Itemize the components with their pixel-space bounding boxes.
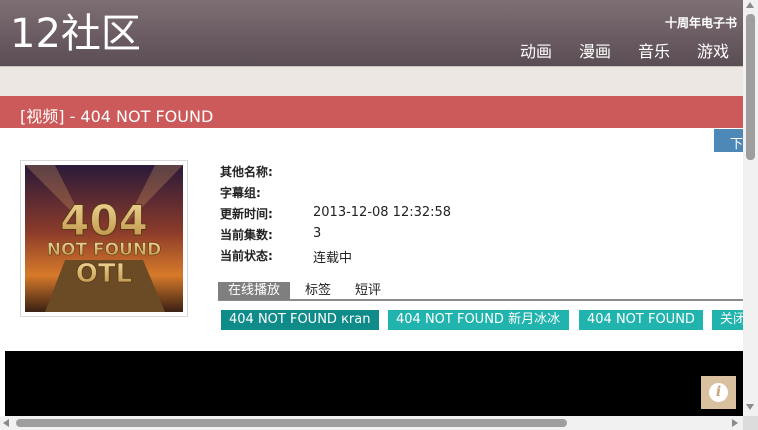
tab-short-reviews[interactable]: 短评 (355, 282, 381, 300)
page-title: [视频] - 404 NOT FOUND (20, 107, 214, 126)
scroll-right-arrow-icon[interactable] (732, 419, 738, 427)
close-sources-button[interactable]: 关闭 (712, 310, 743, 330)
horizontal-scroll-thumb[interactable] (16, 419, 567, 427)
info-icon: i (709, 383, 728, 402)
sub-nav-bar (0, 66, 743, 96)
scroll-up-arrow-icon[interactable] (746, 2, 754, 8)
video-poster: 404 NOT FOUND OTL (20, 160, 188, 317)
episodes-label: 当前集数: (220, 228, 273, 242)
source-button-kran[interactable]: 404 NOT FOUND кran (221, 310, 379, 330)
content-tabs: 在线播放 标签 短评 (218, 282, 743, 301)
scroll-down-arrow-icon[interactable] (746, 404, 754, 410)
poster-text-404: 404 (60, 196, 148, 245)
info-button[interactable]: i (701, 376, 736, 409)
vertical-scroll-thumb[interactable] (746, 14, 755, 160)
source-button-default[interactable]: 404 NOT FOUND (579, 310, 703, 330)
anniversary-ebook-link[interactable]: 十周年电子书 (665, 14, 737, 31)
poster-text-otl: OTL (76, 259, 132, 289)
poster-text-not-found: NOT FOUND (47, 240, 161, 260)
site-header: 12社区 十周年电子书 动画 漫画 音乐 游戏 (0, 0, 743, 66)
source-button-xinyue[interactable]: 404 NOT FOUND 新月冰冰 (388, 310, 569, 330)
main-nav: 动画 漫画 音乐 游戏 (520, 38, 729, 62)
title-bar: [视频] - 404 NOT FOUND (0, 96, 743, 128)
status-value: 连载中 (313, 251, 353, 266)
nav-item-music[interactable]: 音乐 (638, 38, 670, 62)
updated-value: 2013-12-08 12:32:58 (313, 205, 452, 220)
site-logo[interactable]: 12社区 (10, 10, 141, 58)
tab-tags[interactable]: 标签 (305, 282, 331, 300)
scroll-left-arrow-icon[interactable] (3, 419, 9, 427)
episodes-value: 3 (313, 226, 322, 241)
other-names-label: 其他名称: (220, 165, 273, 179)
vertical-scrollbar[interactable] (743, 0, 758, 416)
status-label: 当前状态: (220, 249, 273, 263)
scrollbar-corner (743, 416, 758, 430)
tab-online-play[interactable]: 在线播放 (218, 282, 290, 300)
horizontal-scrollbar[interactable] (0, 416, 743, 430)
video-player[interactable] (5, 351, 743, 416)
nav-item-manga[interactable]: 漫画 (579, 38, 611, 62)
nav-item-anime[interactable]: 动画 (520, 38, 552, 62)
nav-item-games[interactable]: 游戏 (697, 38, 729, 62)
download-button[interactable]: 下 (714, 129, 743, 152)
subtitle-group-label: 字幕组: (220, 186, 261, 200)
poster-image: 404 NOT FOUND OTL (25, 165, 183, 312)
page-viewport: 12社区 十周年电子书 动画 漫画 音乐 游戏 [视频] - 404 NOT F… (0, 0, 743, 416)
updated-label: 更新时间: (220, 207, 273, 221)
